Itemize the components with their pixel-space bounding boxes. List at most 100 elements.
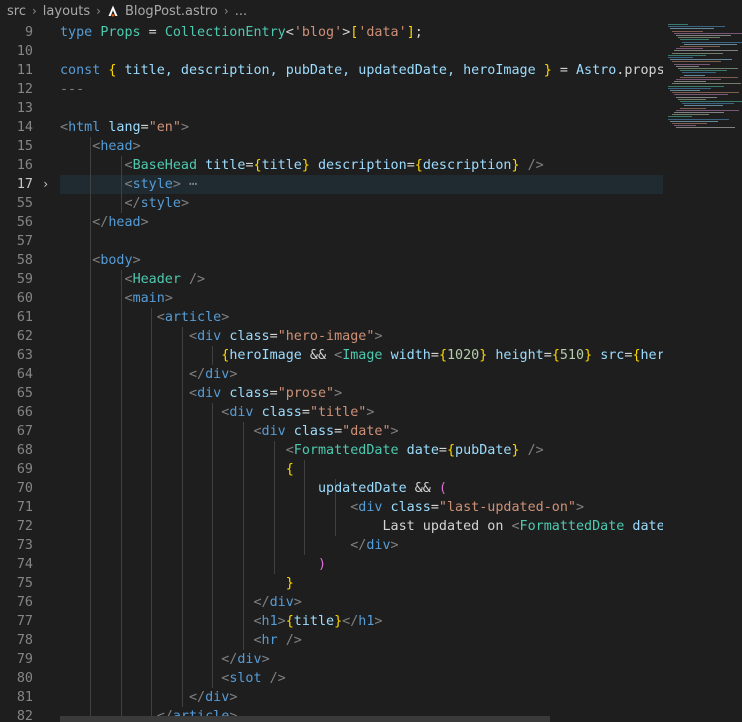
- code-token: >: [180, 196, 189, 211]
- code-editor[interactable]: 9 type Props = CollectionEntry<'blog'>['d…: [0, 22, 742, 722]
- code-line[interactable]: 14 <html lang="en">: [0, 118, 742, 137]
- code-token: </: [60, 652, 238, 667]
- minimap[interactable]: [668, 22, 742, 132]
- code-line[interactable]: 61 <article>: [0, 308, 742, 327]
- code-line[interactable]: 58 <body>: [0, 251, 742, 270]
- code-line[interactable]: 71 <div class="last-updated-on">: [0, 498, 742, 517]
- minimap-line: [672, 114, 709, 116]
- breadcrumb-item-src[interactable]: src: [7, 4, 26, 19]
- line-number: 65: [16, 386, 33, 401]
- code-line[interactable]: 77 <h1>{title}</h1>: [0, 612, 742, 631]
- code-token: }: [511, 443, 520, 458]
- code-token: updatedDate: [317, 481, 407, 496]
- code-line[interactable]: 17 › <style> ⋯: [0, 175, 742, 194]
- code-text: <style> ⋯: [60, 175, 663, 194]
- minimap-line: [678, 98, 706, 100]
- code-line[interactable]: 75 }: [0, 574, 742, 593]
- code-line[interactable]: 76 </div>: [0, 593, 742, 612]
- code-line[interactable]: 60 <main>: [0, 289, 742, 308]
- code-line[interactable]: 78 <hr />: [0, 631, 742, 650]
- code-line[interactable]: 73 </div>: [0, 536, 742, 555]
- line-number: 73: [16, 538, 33, 553]
- code-line[interactable]: 68 <FormattedDate date={pubDate} />: [0, 441, 742, 460]
- minimap-line: [678, 68, 738, 69]
- code-text: <div class="hero-image">: [60, 327, 663, 346]
- line-number: 56: [16, 215, 33, 230]
- code-line[interactable]: 10: [0, 42, 742, 61]
- code-line[interactable]: 65 <div class="prose">: [0, 384, 742, 403]
- code-token: div: [261, 424, 286, 439]
- code-line[interactable]: 55 </style>: [0, 194, 742, 213]
- code-text: </div>: [60, 536, 663, 555]
- code-line[interactable]: 80 <slot />: [0, 669, 742, 688]
- code-token: style: [140, 196, 181, 211]
- code-token: =: [543, 348, 552, 363]
- minimap-line: [674, 125, 696, 127]
- minimap-line: [680, 107, 706, 109]
- code-token: heroImage: [640, 348, 664, 363]
- code-line[interactable]: 57: [0, 232, 742, 251]
- code-token: <: [60, 291, 133, 306]
- code-line[interactable]: 79 </div>: [0, 650, 742, 669]
- code-line[interactable]: 70 updatedDate && (: [0, 479, 742, 498]
- code-line[interactable]: 16 <BaseHead title={title} description={…: [0, 156, 742, 175]
- code-line[interactable]: 67 <div class="date">: [0, 422, 742, 441]
- code-line[interactable]: 9 type Props = CollectionEntry<'blog'>['d…: [0, 23, 742, 42]
- code-text: updatedDate && (: [60, 479, 663, 498]
- code-line[interactable]: 12 ---: [0, 80, 742, 99]
- line-number: 75: [16, 576, 33, 591]
- chevron-right-icon: ›: [31, 4, 37, 18]
- code-text: {heroImage && <Image width={1020} height…: [60, 346, 663, 365]
- code-token: >: [334, 386, 343, 401]
- code-token: "en": [148, 120, 181, 135]
- code-token: <: [334, 348, 343, 363]
- code-token: >: [180, 120, 189, 135]
- code-token: <: [60, 443, 294, 458]
- code-token: <: [285, 25, 294, 40]
- code-token: <: [60, 120, 69, 135]
- minimap-line: [682, 41, 742, 43]
- code-token: }: [301, 158, 310, 173]
- code-token: description: [318, 158, 407, 173]
- code-token: const: [60, 63, 101, 78]
- line-number: 68: [16, 443, 33, 458]
- minimap-line: [676, 35, 731, 36]
- minimap-line: [668, 87, 711, 89]
- code-token: >: [390, 538, 399, 553]
- code-line[interactable]: 69 {: [0, 460, 742, 479]
- code-line[interactable]: 64 </div>: [0, 365, 742, 384]
- horizontal-scrollbar[interactable]: [60, 716, 550, 722]
- minimap-line: [682, 72, 716, 74]
- code-token: Props: [100, 25, 141, 40]
- minimap-line: [676, 65, 699, 67]
- fold-chevron-icon[interactable]: ›: [42, 175, 52, 194]
- breadcrumb-item-more[interactable]: ...: [235, 4, 247, 19]
- code-line[interactable]: 15 <head>: [0, 137, 742, 156]
- line-number: 66: [16, 405, 33, 420]
- code-line[interactable]: 81 </div>: [0, 688, 742, 707]
- code-line[interactable]: 72 Last updated on <FormattedDate date={…: [0, 517, 742, 536]
- code-line[interactable]: 62 <div class="hero-image">: [0, 327, 742, 346]
- code-line[interactable]: 59 <Header />: [0, 270, 742, 289]
- code-line[interactable]: 74 ): [0, 555, 742, 574]
- code-token: >: [374, 329, 383, 344]
- code-token: >: [132, 139, 141, 154]
- minimap-line: [674, 112, 724, 113]
- code-token: ;: [414, 25, 423, 40]
- code-line[interactable]: 11 const { title, description, pubDate, u…: [0, 61, 742, 80]
- code-line[interactable]: 13: [0, 99, 742, 118]
- breadcrumb-item-file[interactable]: BlogPost.astro: [125, 4, 218, 19]
- line-number: 74: [16, 557, 33, 572]
- breadcrumb-item-layouts[interactable]: layouts: [43, 4, 90, 19]
- line-number: 55: [16, 196, 33, 211]
- code-token: type: [60, 25, 93, 40]
- code-line[interactable]: 56 </head>: [0, 213, 742, 232]
- code-line[interactable]: 63 {heroImage && <Image width={1020} hei…: [0, 346, 742, 365]
- code-token: />: [277, 633, 302, 648]
- code-line[interactable]: 66 <div class="title">: [0, 403, 742, 422]
- code-token: </: [60, 215, 109, 230]
- code-token: title: [205, 158, 246, 173]
- line-number: 76: [16, 595, 33, 610]
- line-number: 14: [16, 120, 33, 135]
- code-token: =: [438, 443, 447, 458]
